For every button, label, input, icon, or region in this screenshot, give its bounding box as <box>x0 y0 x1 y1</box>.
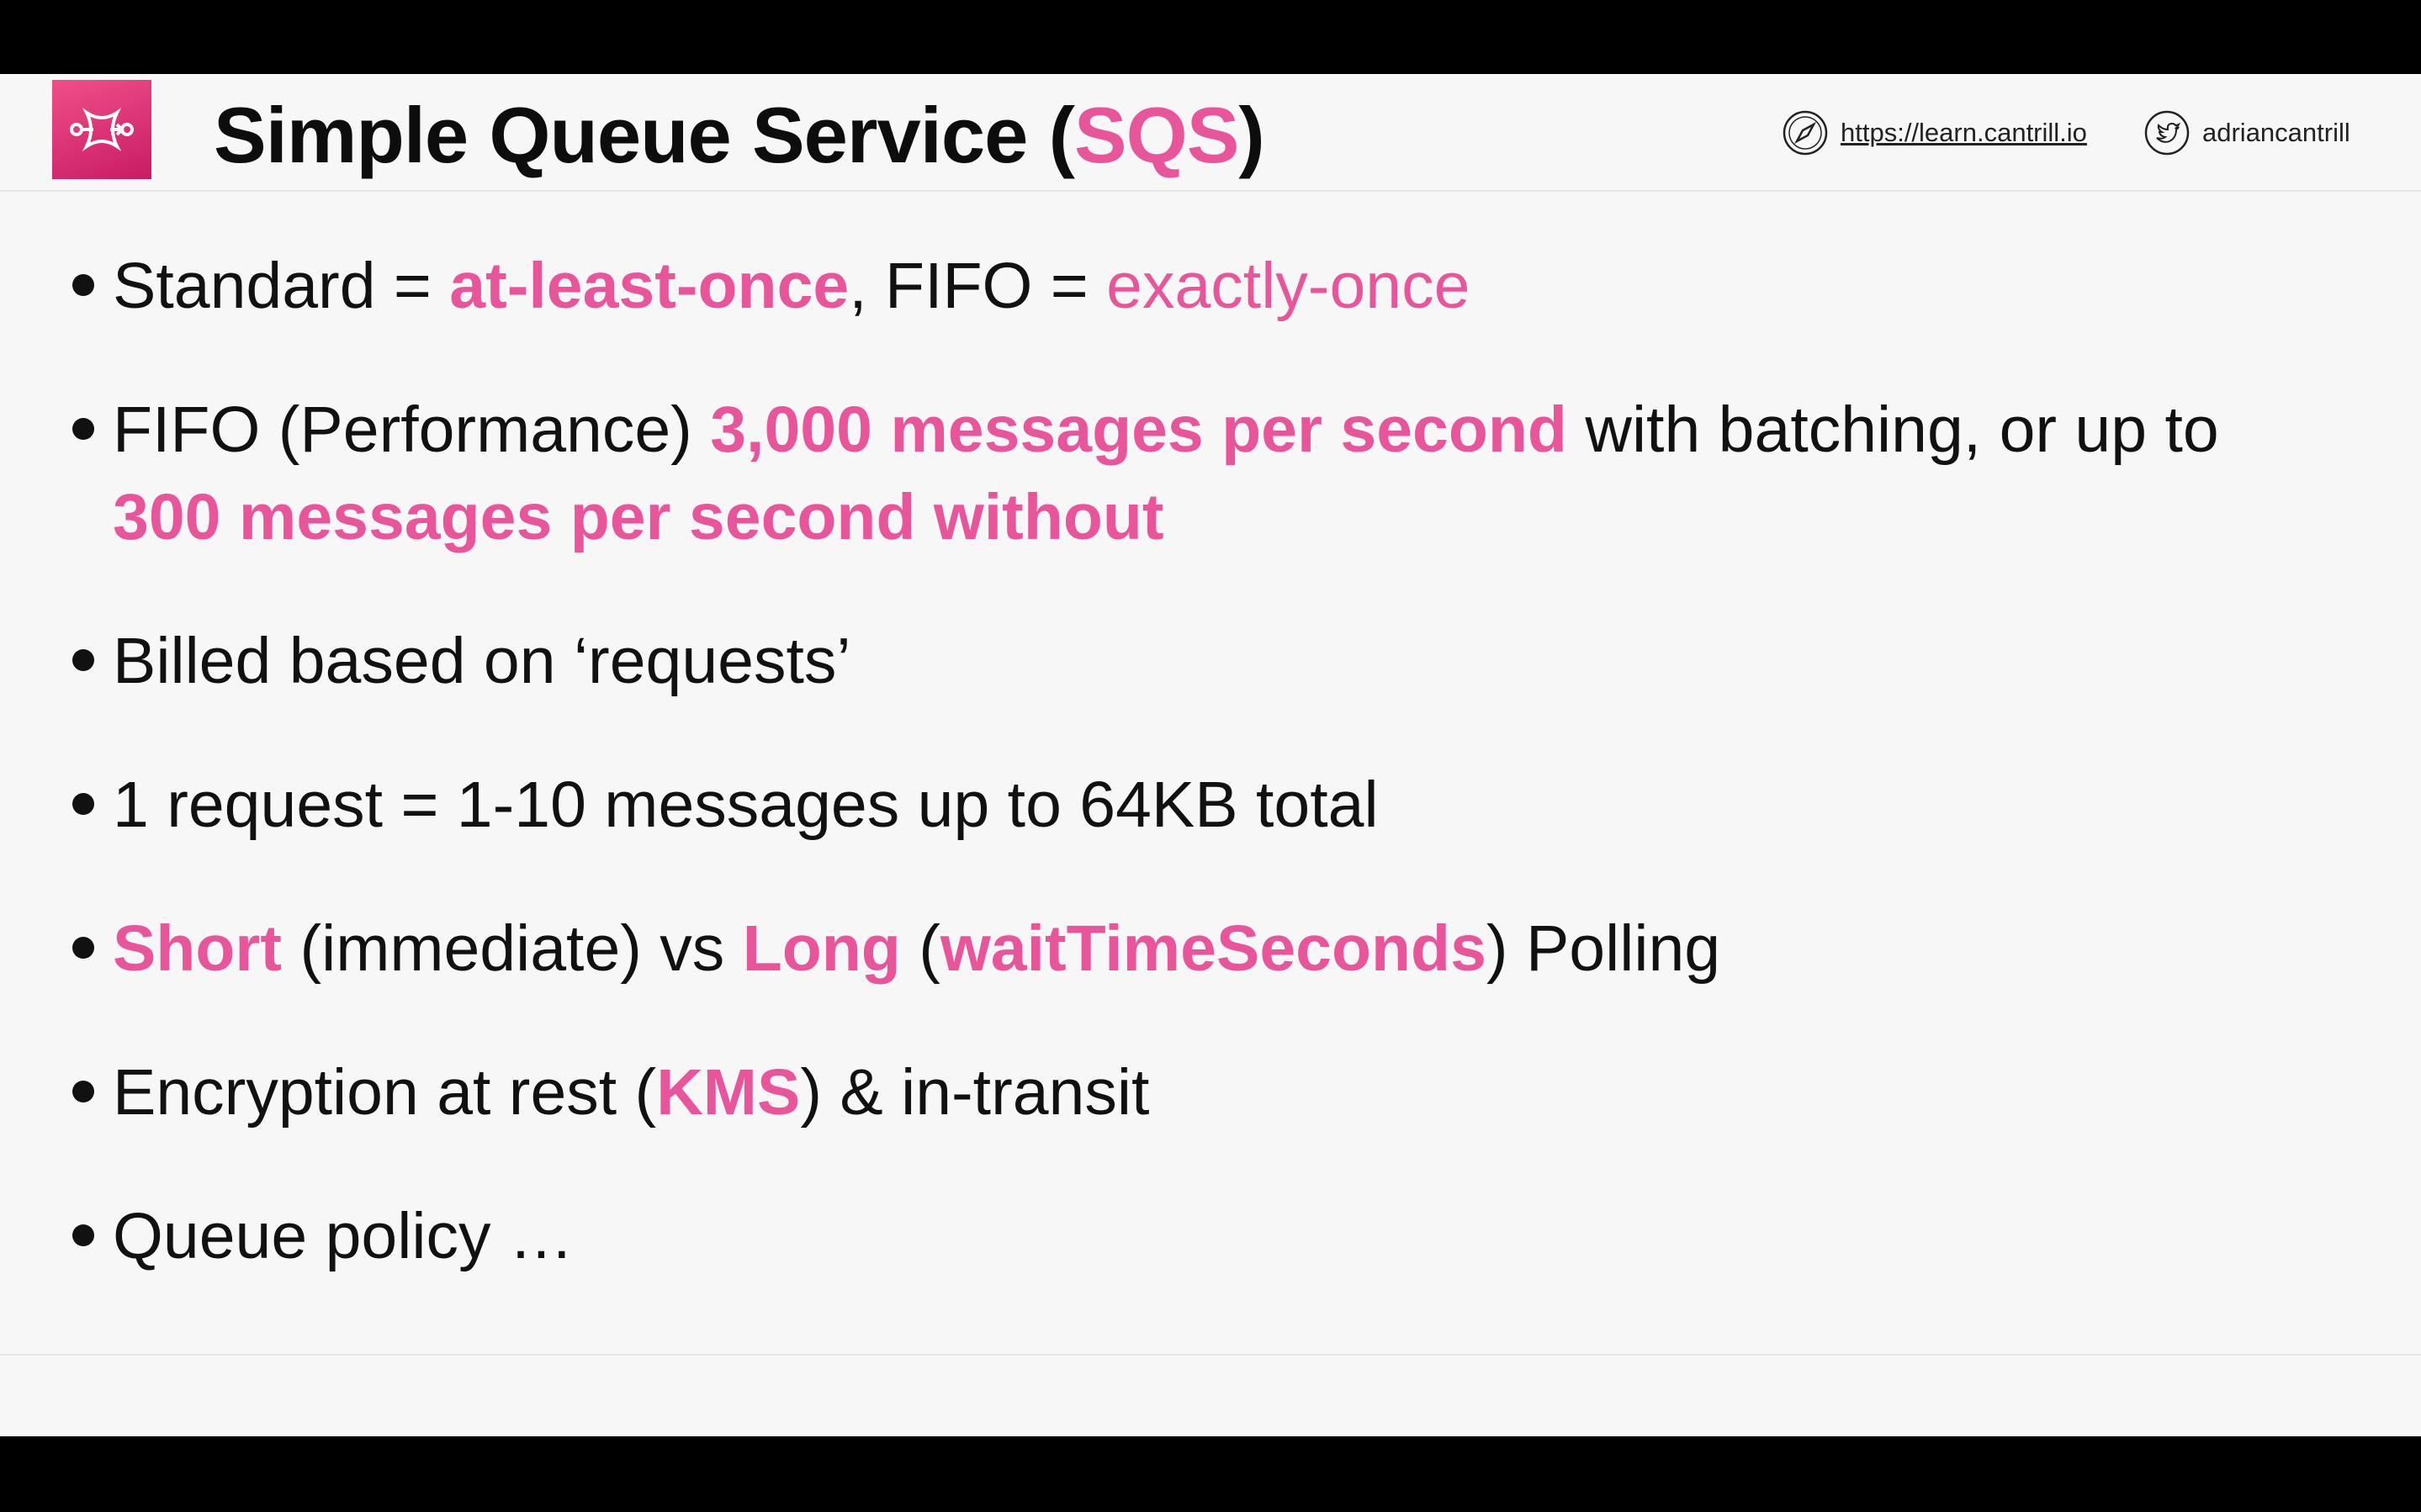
bullet-text: ) Polling <box>1486 912 1721 985</box>
highlight-text: 300 messages per second without <box>113 481 1164 553</box>
highlight-text: Long <box>742 912 901 985</box>
slide: Simple Queue Service (SQS) https://learn… <box>0 74 2421 1436</box>
bullet-queue-policy: Queue policy … <box>67 1192 2372 1280</box>
website-url[interactable]: https://learn.cantrill.io <box>1841 118 2087 148</box>
highlight-text: waitTimeSeconds <box>940 912 1486 985</box>
highlight-text: KMS <box>656 1056 801 1129</box>
bullet-text: with batching, or up to <box>1566 394 2219 466</box>
highlight-text: exactly-once <box>1106 250 1470 322</box>
bullet-text: Encryption at rest ( <box>113 1056 657 1129</box>
twitter-bird-icon <box>2144 110 2190 156</box>
bullet-delivery: Standard = at-least-once, FIFO = exactly… <box>67 242 2372 330</box>
sqs-service-icon <box>52 80 151 179</box>
highlight-text: Short <box>113 912 283 985</box>
bullet-fifo-performance: FIFO (Performance) 3,000 messages per se… <box>67 386 2372 561</box>
bullet-dot <box>72 793 94 815</box>
twitter-link[interactable]: adriancantrill <box>2143 108 2350 158</box>
bullet-polling: Short (immediate) vs Long (waitTimeSecon… <box>67 905 2372 992</box>
bullet-text: Queue policy … <box>113 1200 574 1272</box>
website-link[interactable]: https://learn.cantrill.io <box>1782 108 2087 158</box>
bullet-dot <box>72 274 94 296</box>
title-prefix: Simple Queue Service ( <box>214 91 1075 179</box>
bullet-text: ) & in-transit <box>800 1056 1150 1129</box>
highlight-text: at-least-once <box>449 250 850 322</box>
slide-header: Simple Queue Service (SQS) https://learn… <box>0 74 2421 192</box>
page-title: Simple Queue Service (SQS) <box>214 89 1265 182</box>
bullet-billing: Billed based on ‘requests’ <box>67 617 2372 705</box>
bullet-dot <box>72 418 94 440</box>
bullet-text: FIFO (Performance) <box>113 394 711 466</box>
title-accent: SQS <box>1073 91 1240 179</box>
bullet-text: 1 request = 1-10 messages up to 64KB tot… <box>113 769 1379 841</box>
title-suffix: ) <box>1238 91 1264 179</box>
bullet-list: Standard = at-least-once, FIFO = exactly… <box>67 242 2372 1280</box>
bullet-dot <box>72 937 94 959</box>
highlight-text: 3,000 messages per second <box>710 394 1567 466</box>
bullet-text: , FIFO = <box>849 250 1107 322</box>
bullet-text: Standard = <box>113 250 450 322</box>
bullet-encryption: Encryption at rest (KMS) & in-transit <box>67 1049 2372 1136</box>
bullet-dot <box>72 1224 94 1246</box>
bullet-dot <box>72 1081 94 1102</box>
bullet-dot <box>72 649 94 671</box>
twitter-handle[interactable]: adriancantrill <box>2202 118 2350 148</box>
bullet-text: ( <box>900 912 940 985</box>
compass-icon <box>1783 110 1828 156</box>
bullet-text: Billed based on ‘requests’ <box>113 625 851 697</box>
bullet-text: (immediate) vs <box>282 912 743 985</box>
footer-divider <box>0 1354 2421 1356</box>
bullet-request-size: 1 request = 1-10 messages up to 64KB tot… <box>67 761 2372 849</box>
